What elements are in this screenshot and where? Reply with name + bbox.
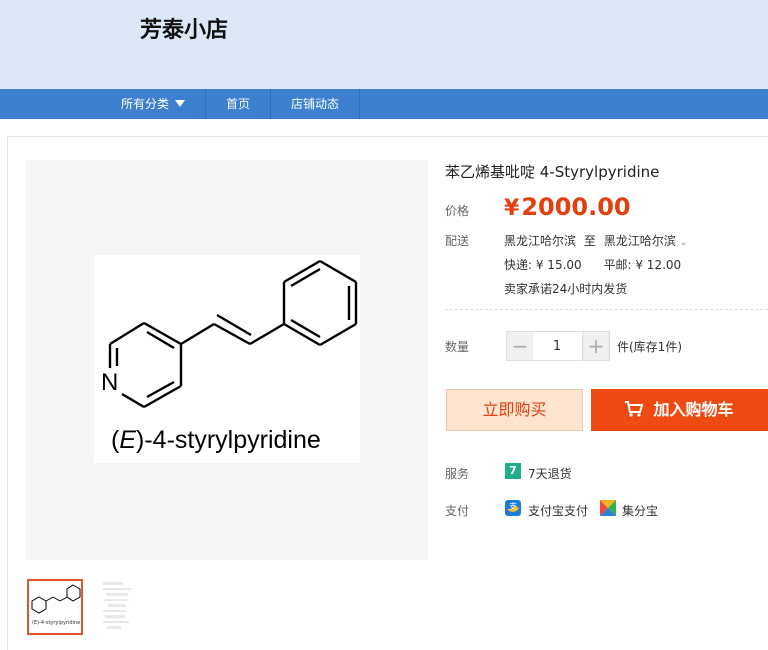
payment-label: 支付 xyxy=(445,504,470,518)
price-amount: 2000.00 xyxy=(521,193,631,221)
buy-now-button[interactable]: 立即购买 xyxy=(446,389,583,431)
molecule-thumbnail: (E)-4-styrylpyridine xyxy=(31,584,81,626)
currency-symbol: ¥ xyxy=(504,196,520,221)
seven-day-return-icon: 7 xyxy=(505,463,521,479)
price-value: ¥2000.00 xyxy=(504,193,631,221)
image-caption: (E)-4-styrylpyridine xyxy=(111,426,321,454)
chevron-down-icon: ⌄ xyxy=(679,238,688,248)
caret-down-icon xyxy=(175,100,185,107)
shipping-destination-select[interactable]: 黑龙江哈尔滨 ⌄ xyxy=(604,234,688,248)
jifenbao-text[interactable]: 集分宝 xyxy=(622,502,658,519)
product-title: 苯乙烯基吡啶 4-Styrylpyridine xyxy=(445,163,660,181)
nav-shop-news[interactable]: 店铺动态 xyxy=(271,89,360,119)
nav-all-categories-label: 所有分类 xyxy=(120,97,169,111)
thumbnail-2[interactable] xyxy=(98,579,138,631)
nav-home[interactable]: 首页 xyxy=(206,89,271,119)
add-to-cart-button[interactable]: 加入购物车 xyxy=(591,389,768,431)
quantity-increment-button[interactable]: + xyxy=(582,331,610,361)
nitrogen-atom-label: N xyxy=(101,369,118,396)
nav-bar: 所有分类 首页 店铺动态 xyxy=(0,89,768,119)
faded-text-thumbnail xyxy=(103,582,131,629)
shopping-cart-icon xyxy=(625,400,644,417)
express-fee: 快递: ¥ 15.00 xyxy=(504,258,582,272)
molecule-structure-image: N (E)-4-styrylpyridine xyxy=(101,259,358,454)
quantity-label: 数量 xyxy=(445,340,470,354)
shipping-from: 黑龙江哈尔滨 xyxy=(504,234,577,248)
shop-name[interactable]: 芳泰小店 xyxy=(140,12,228,44)
service-label: 服务 xyxy=(445,467,470,481)
svg-text:支: 支 xyxy=(509,501,517,511)
product-image: N (E)-4-styrylpyridine xyxy=(94,255,360,463)
thumbnail-caption: (E)-4-styrylpyridine xyxy=(32,620,80,626)
nav-all-categories[interactable]: 所有分类 xyxy=(101,89,206,119)
quantity-decrement-button[interactable]: − xyxy=(506,331,534,361)
stock-info: 件(库存1件) xyxy=(617,340,682,354)
shipping-to-word: 至 xyxy=(583,234,596,248)
add-to-cart-label: 加入购物车 xyxy=(653,400,734,419)
standard-fee: 平邮: ¥ 12.00 xyxy=(603,258,682,272)
quantity-input[interactable] xyxy=(533,331,581,361)
shipping-label: 配送 xyxy=(445,234,470,248)
shipping-fees: 快递: ¥ 15.00 平邮: ¥ 12.00 xyxy=(504,256,681,273)
shipping-route: 黑龙江哈尔滨 至 黑龙江哈尔滨 ⌄ xyxy=(504,232,687,249)
divider xyxy=(445,309,768,310)
seven-day-return-text[interactable]: 7天退货 xyxy=(528,465,572,482)
alipay-text[interactable]: 支付宝支付 xyxy=(528,502,588,519)
price-label: 价格 xyxy=(445,204,470,218)
jifenbao-icon xyxy=(600,500,616,516)
thumbnail-1[interactable]: (E)-4-styrylpyridine xyxy=(27,579,83,635)
alipay-icon: 支 xyxy=(505,500,521,516)
shipping-promise: 卖家承诺24小时内发货 xyxy=(504,282,628,296)
shop-header: 芳泰小店 xyxy=(0,0,768,89)
